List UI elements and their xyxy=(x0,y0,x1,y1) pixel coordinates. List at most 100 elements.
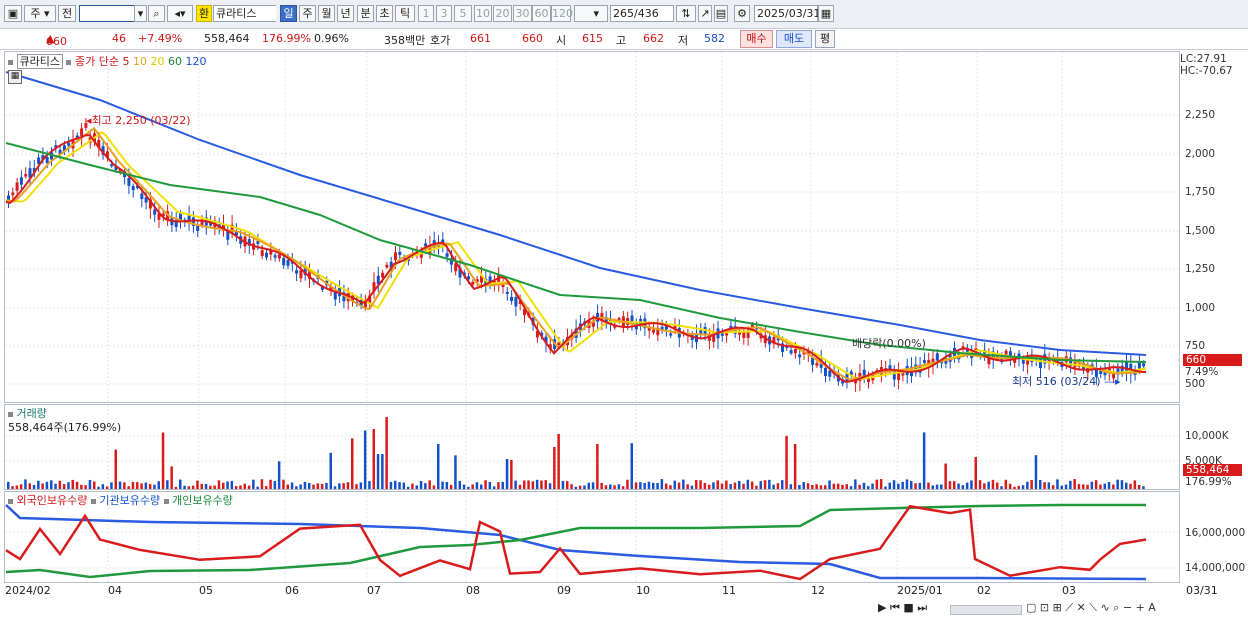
volume-bar xyxy=(1090,481,1094,489)
price-candle xyxy=(127,177,131,186)
volume-bar xyxy=(97,486,100,489)
volume-bar xyxy=(703,482,707,489)
plus-icon[interactable]: + xyxy=(1136,601,1145,614)
price-candle xyxy=(505,291,509,294)
volume-bar xyxy=(716,480,719,489)
indicator-icon[interactable]: ⊞ xyxy=(1053,601,1062,614)
bottom-tools: ▢ ⊡ ⊞ ⟋ ✕ ⟍ ∿ ⌕ − + A xyxy=(1026,601,1244,617)
forward-icon[interactable]: ⏭ xyxy=(917,601,927,614)
line-icon[interactable]: ⟍ xyxy=(1089,601,1097,614)
price-candle xyxy=(333,292,337,300)
font-icon[interactable]: A xyxy=(1148,601,1156,614)
volume-bar xyxy=(123,482,126,489)
price-candle xyxy=(179,213,182,220)
volume-bar xyxy=(204,483,208,489)
volume-bar xyxy=(247,485,251,489)
volume-bar xyxy=(867,486,870,489)
volume-bar xyxy=(32,484,36,489)
individual-holding-line xyxy=(5,503,1146,579)
volume-bar xyxy=(88,479,92,489)
price-candle xyxy=(80,128,84,136)
volume-bar xyxy=(295,486,298,489)
volume-bar xyxy=(888,482,891,489)
scroll-track[interactable] xyxy=(950,605,1022,615)
x-label-06: 06 xyxy=(285,584,299,597)
volume-bar xyxy=(445,482,449,489)
volume-bar xyxy=(630,443,633,489)
zoom-icon[interactable]: ⌕ xyxy=(1113,601,1119,614)
ma-20-label: 20 xyxy=(150,55,165,68)
play-right-icon[interactable]: ▶ xyxy=(878,601,886,614)
ma-10-label: 10 xyxy=(132,55,147,68)
price-candle xyxy=(299,270,303,279)
volume-bar xyxy=(118,481,122,489)
volume-bar xyxy=(406,486,410,489)
volume-bar xyxy=(1008,483,1012,489)
x-label-11: 11 xyxy=(722,584,736,597)
x-label-02b: 02 xyxy=(977,584,991,597)
volume-bar xyxy=(845,484,848,489)
legend-foreign: 외국인보유수량 xyxy=(16,494,88,507)
volume-bar xyxy=(54,483,57,489)
price-candle xyxy=(265,252,268,258)
volume-bar xyxy=(1021,485,1025,489)
layout-icon[interactable]: ▢ xyxy=(1026,601,1036,614)
volume-bar xyxy=(750,481,754,489)
volume-bar xyxy=(462,484,466,489)
volume-bar xyxy=(1017,485,1020,489)
volume-bar xyxy=(355,484,358,489)
stop-icon[interactable]: ■ xyxy=(903,601,913,614)
volume-bar xyxy=(523,480,526,489)
volume-bar xyxy=(376,454,380,489)
compare-icon[interactable]: ⊡ xyxy=(1040,601,1049,614)
volume-bar xyxy=(781,480,784,489)
cross-icon[interactable]: ✕ xyxy=(1077,601,1086,614)
x-label-12: 12 xyxy=(811,584,825,597)
volume-bar xyxy=(905,479,909,489)
volume-bar xyxy=(28,483,31,489)
volume-bar xyxy=(514,480,517,489)
volume-bar xyxy=(363,430,367,489)
wave-icon[interactable]: ∿ xyxy=(1100,601,1109,614)
volume-bar xyxy=(570,484,573,489)
volume-bar xyxy=(518,484,522,489)
volume-bar xyxy=(978,480,982,489)
legend-square-icon xyxy=(8,498,13,504)
volume-bar xyxy=(1051,485,1055,489)
stock-name-label[interactable]: 큐라티스 xyxy=(16,54,63,69)
volume-bar xyxy=(983,483,986,489)
holding-legend: 외국인보유수량 기관보유수량 개인보유수량 xyxy=(8,492,233,508)
volume-bar xyxy=(656,483,659,489)
lc-label: LC:27.91 xyxy=(1180,53,1227,65)
volume-bar xyxy=(37,480,40,489)
rewind-icon[interactable]: ⏮ xyxy=(890,601,900,614)
volume-bar xyxy=(131,481,135,489)
x-label-05: 05 xyxy=(199,584,213,597)
volume-bar xyxy=(359,482,363,489)
volume-bar xyxy=(957,483,960,489)
trend-icon[interactable]: ⟋ xyxy=(1065,601,1073,614)
low-annotation-text: 최저 516 (03/24) xyxy=(1012,375,1101,388)
volume-bar xyxy=(802,482,805,489)
volume-bar xyxy=(1047,482,1051,489)
volume-bar xyxy=(660,479,664,489)
volume-bar xyxy=(935,484,939,489)
legend-square-icon xyxy=(8,59,13,65)
x-label-07: 07 xyxy=(367,584,381,597)
volume-bar xyxy=(222,482,225,489)
price-candle xyxy=(286,260,290,266)
volume-bar xyxy=(1004,479,1008,489)
volume-bar xyxy=(1082,484,1085,489)
hc-label: HC:-70.67 xyxy=(1180,65,1233,77)
minus-icon[interactable]: − xyxy=(1123,601,1132,614)
volume-bar xyxy=(686,484,689,489)
price-candle xyxy=(19,177,23,185)
volume-bar xyxy=(1013,486,1016,489)
table-icon[interactable]: ▦ xyxy=(8,70,22,84)
volume-bar xyxy=(475,482,479,489)
y-tick-1000: 1,000 xyxy=(1185,302,1216,314)
volume-bar xyxy=(583,485,586,489)
volume-bar xyxy=(858,484,861,489)
price-candle xyxy=(260,250,264,256)
volume-bar xyxy=(320,483,324,489)
